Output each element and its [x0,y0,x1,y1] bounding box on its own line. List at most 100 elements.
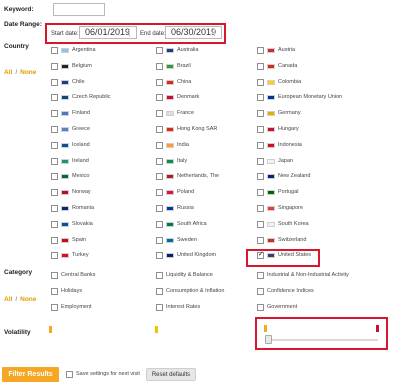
volatility-highlight [255,317,388,350]
country-checkbox-denmark[interactable] [156,94,163,101]
flag-european-monetary-union-icon [267,95,275,100]
country-label-denmark: Denmark [177,94,200,100]
country-none-link[interactable]: None [20,69,36,76]
country-label-slovakia: Slovakia [72,221,93,227]
category-checkbox-central-banks[interactable] [51,272,58,279]
country-checkbox-australia[interactable] [156,47,163,54]
volatility-slider-handle[interactable] [265,335,272,344]
country-checkbox-netherlands-the[interactable] [156,173,163,180]
country-label-singapore: Singapore [278,205,304,211]
country-checkbox-chile[interactable] [51,79,58,86]
country-checkbox-japan[interactable] [257,158,264,165]
country-checkbox-austria[interactable] [257,47,264,54]
country-checkbox-switzerland[interactable] [257,237,264,244]
flag-colombia-icon [267,80,275,85]
country-label-poland: Poland [177,189,195,195]
country-checkbox-singapore[interactable] [257,205,264,212]
flag-mexico-icon [61,174,69,179]
country-all-link[interactable]: All [4,69,12,76]
flag-ireland-icon [61,159,69,164]
start-date-input[interactable]: 06/01/2019 [79,26,137,39]
category-checkbox-confidence-indices[interactable] [257,288,264,295]
category-label-government: Government [267,304,298,310]
country-checkbox-turkey[interactable] [51,252,58,259]
country-checkbox-russia[interactable] [156,205,163,212]
country-checkbox-spain[interactable] [51,237,58,244]
country-label-indonesia: Indonesia [278,142,302,148]
flag-sweden-icon [166,238,174,243]
category-label-consumption-inflation: Consumption & Inflation [166,288,225,294]
flag-turkey-icon [61,253,69,258]
reset-defaults-button[interactable]: Reset defaults [146,368,196,381]
country-label-iceland: Iceland [72,142,90,148]
country-checkbox-ireland[interactable] [51,158,58,165]
flag-united-kingdom-icon [166,253,174,258]
country-checkbox-india[interactable] [156,142,163,149]
country-label-india: India [177,142,189,148]
country-checkbox-sweden[interactable] [156,237,163,244]
country-checkbox-germany[interactable] [257,110,264,117]
country-checkbox-south-korea[interactable] [257,221,264,228]
flag-brazil-icon [166,64,174,69]
country-checkbox-france[interactable] [156,110,163,117]
country-checkbox-romania[interactable] [51,205,58,212]
volatility-label: Volatility [4,329,31,336]
country-checkbox-belgium[interactable] [51,63,58,70]
country-checkbox-hungary[interactable] [257,126,264,133]
save-settings-checkbox[interactable] [66,371,73,378]
category-label-employment: Employment [61,304,92,310]
category-label-confidence-indices: Confidence Indices [267,288,314,294]
category-checkbox-holidays[interactable] [51,288,58,295]
country-checkbox-slovakia[interactable] [51,221,58,228]
filter-results-button[interactable]: Filter Results [2,367,59,382]
category-checkbox-government[interactable] [257,304,264,311]
country-checkbox-new-zealand[interactable] [257,173,264,180]
country-checkbox-finland[interactable] [51,110,58,117]
country-checkbox-poland[interactable] [156,189,163,196]
country-checkbox-norway[interactable] [51,189,58,196]
category-checkbox-industrial-non-industrial-activity[interactable] [257,272,264,279]
country-checkbox-argentina[interactable] [51,47,58,54]
category-checkbox-consumption-inflation[interactable] [156,288,163,295]
country-label-switzerland: Switzerland [278,237,307,243]
category-label: Category [4,269,33,276]
category-checkbox-liquidity-balance[interactable] [156,272,163,279]
category-checkbox-employment[interactable] [51,304,58,311]
volatility-slider-track[interactable] [266,339,378,341]
country-label-italy: Italy [177,158,188,164]
category-all-none: All / None [4,296,36,303]
country-checkbox-czech-republic[interactable] [51,94,58,101]
end-date-value: 06/30/2019 [171,27,217,37]
country-label-argentina: Argentina [72,47,96,53]
country-checkbox-canada[interactable] [257,63,264,70]
country-checkbox-colombia[interactable] [257,79,264,86]
country-checkbox-italy[interactable] [156,158,163,165]
country-checkbox-greece[interactable] [51,126,58,133]
keyword-input[interactable] [53,3,105,16]
country-label-mexico: Mexico [72,173,90,179]
end-date-input[interactable]: 06/30/2019 [165,26,222,39]
country-checkbox-hong-kong-sar[interactable] [156,126,163,133]
category-checkbox-interest-rates[interactable] [156,304,163,311]
country-label-greece: Greece [72,126,91,132]
flag-norway-icon [61,190,69,195]
country-checkbox-iceland[interactable] [51,142,58,149]
country-checkbox-european-monetary-union[interactable] [257,94,264,101]
country-checkbox-mexico[interactable] [51,173,58,180]
flag-iceland-icon [61,143,69,148]
country-checkbox-china[interactable] [156,79,163,86]
country-checkbox-united-kingdom[interactable] [156,252,163,259]
category-all-link[interactable]: All [4,296,12,303]
country-checkbox-indonesia[interactable] [257,142,264,149]
category-label-holidays: Holidays [61,288,83,294]
flag-south-africa-icon [166,222,174,227]
category-none-link[interactable]: None [20,296,36,303]
flag-switzerland-icon [267,238,275,243]
country-label-germany: Germany [278,110,301,116]
country-checkbox-portugal[interactable] [257,189,264,196]
country-checkbox-brazil[interactable] [156,63,163,70]
end-date-spinner-icon[interactable] [214,29,218,37]
start-date-spinner-icon[interactable] [129,29,133,37]
category-label-industrial-non-industrial-activity: Industrial & Non-Industrial Activity [267,272,349,278]
country-checkbox-south-africa[interactable] [156,221,163,228]
